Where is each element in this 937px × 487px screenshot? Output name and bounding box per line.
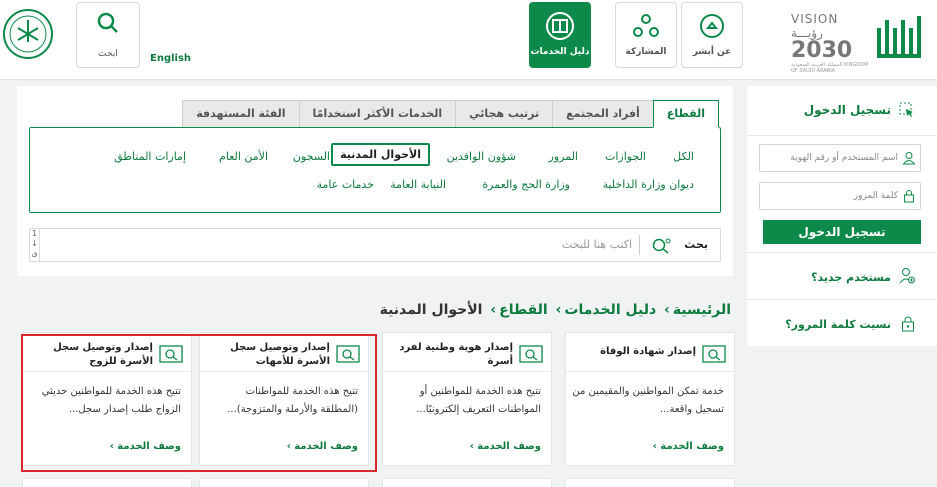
services-guide-icon (546, 12, 574, 40)
services-search-bar[interactable]: بحث اكتب هنا للبحث 1 ↓ ى (29, 228, 721, 263)
login-title: تسجيل الدخول (803, 103, 891, 117)
tab-alphabetical[interactable]: ترتيب هجائي (455, 100, 554, 128)
category-civil-affairs[interactable]: الأحوال المدنية (331, 143, 430, 166)
service-search-icon (519, 345, 543, 363)
filter-tabs: القطاع أفراد المجتمع ترتيب هجائي الخدمات… (182, 100, 719, 128)
password-field[interactable]: كلمة المرور (759, 182, 921, 210)
tab-community[interactable]: أفراد المجتمع (552, 100, 654, 128)
next-card-row (199, 478, 369, 487)
search-input[interactable]: اكتب هنا للبحث (562, 238, 632, 251)
nav-services-guide[interactable]: دليل الخدمات (529, 2, 591, 68)
header-search-label: ابحث (98, 49, 118, 59)
breadcrumb-current: الأحوال المدنية (379, 302, 483, 318)
highlight-box (21, 334, 377, 472)
service-description-link[interactable]: وصف الخدمة › (470, 441, 541, 452)
next-card-row (565, 478, 735, 487)
breadcrumb-home[interactable]: الرئيسية (673, 302, 731, 318)
nav-label: دليل الخدمات (530, 47, 590, 57)
card-divider (383, 371, 551, 372)
card-title: إصدار هوية وطنية لفرد أسرة (399, 342, 513, 367)
breadcrumb-services-guide[interactable]: دليل الخدمات (564, 302, 656, 318)
nav-label: المشاركة (625, 47, 667, 57)
absher-logo[interactable] (875, 10, 929, 64)
category-box: الكل الجوازات المرور شؤون الوافدين الأحو… (29, 127, 721, 213)
tab-target-group[interactable]: الفئة المستهدفة (182, 100, 300, 128)
vision-line3: المملكة العربية السعودية KINGDOM OF SAUD… (791, 62, 869, 74)
nav-about-absher[interactable]: عن أبشر (681, 2, 743, 68)
vision-line2: 2030 (791, 38, 853, 63)
next-card-row (382, 478, 552, 487)
new-user-link[interactable]: مستخدم جديد؟ (811, 271, 891, 284)
search-people-icon (652, 238, 671, 254)
login-header: تسجيل الدخول (747, 86, 937, 136)
vision-line1: VISION رؤيـــة (791, 12, 839, 40)
nav-participation[interactable]: المشاركة (615, 2, 677, 68)
category-regions[interactable]: إمارات المناطق (114, 150, 186, 163)
user-icon (902, 152, 916, 165)
filter-panel: القطاع أفراد المجتمع ترتيب هجائي الخدمات… (17, 86, 733, 276)
search-separator (639, 235, 640, 255)
participation-icon (633, 14, 659, 37)
new-user-icon (899, 268, 915, 284)
language-english-link[interactable]: English (150, 53, 191, 64)
forgot-password-link[interactable]: نسيت كلمة المرور؟ (785, 318, 891, 331)
breadcrumb-sector[interactable]: القطاع (499, 302, 548, 318)
category-passports[interactable]: الجوازات (605, 150, 646, 163)
breadcrumb: الرئيسية› دليل الخدمات› القطاع› الأحوال … (379, 302, 731, 318)
card-title: إصدار شهادة الوفاة (600, 346, 696, 357)
card-divider (566, 371, 734, 372)
category-prisons[interactable]: السجون (293, 150, 330, 163)
lock-icon (904, 190, 914, 203)
category-moi-diwan[interactable]: ديوان وزارة الداخلية (603, 178, 694, 191)
password-placeholder: كلمة المرور (853, 191, 898, 201)
username-field[interactable]: اسم المستخدم أو رقم الهوية (759, 144, 921, 172)
saudi-emblem-logo (3, 9, 53, 59)
vision-2030-logo: VISION رؤيـــة 2030 المملكة العربية السع… (791, 12, 871, 74)
category-expatriates[interactable]: شؤون الوافدين (447, 150, 516, 163)
search-label: بحث (684, 238, 708, 251)
category-all[interactable]: الكل (673, 150, 694, 163)
new-user-row[interactable]: مستخدم جديد؟ (747, 252, 937, 300)
category-traffic[interactable]: المرور (549, 150, 578, 163)
search-scrollbar[interactable]: 1 ↓ ى (30, 229, 40, 263)
search-icon (97, 12, 118, 33)
service-description-link[interactable]: وصف الخدمة › (653, 441, 724, 452)
header-search-button[interactable]: ابحث (76, 2, 140, 68)
nav-label: عن أبشر (692, 47, 732, 57)
category-hajj[interactable]: وزارة الحج والعمرة (482, 178, 570, 191)
card-description: تتيح هذه الخدمة للمواطنين أو المواطنات ا… (416, 386, 541, 415)
login-submit-button[interactable]: تسجيل الدخول (763, 220, 921, 244)
username-placeholder: اسم المستخدم أو رقم الهوية (790, 153, 898, 163)
absher-about-icon (700, 14, 724, 38)
key-lock-icon (902, 316, 914, 332)
tab-most-used[interactable]: الخدمات الأكثر استخدامًا (298, 100, 457, 128)
category-public-security[interactable]: الأمن العام (219, 150, 268, 163)
tab-sector[interactable]: القطاع (652, 100, 719, 128)
login-panel: تسجيل الدخول اسم المستخدم أو رقم الهوية … (747, 86, 937, 346)
service-card-death-certificate[interactable]: إصدار شهادة الوفاة خدمة تمكن المواطنين و… (565, 332, 735, 466)
top-header: VISION رؤيـــة 2030 المملكة العربية السع… (0, 0, 937, 80)
service-search-icon (702, 345, 726, 363)
service-card-family-member-id[interactable]: إصدار هوية وطنية لفرد أسرة تتيح هذه الخد… (382, 332, 552, 466)
category-general-services[interactable]: خدمات عامة (317, 178, 374, 191)
next-card-row (22, 478, 192, 487)
login-cursor-icon (899, 102, 913, 117)
forgot-password-row[interactable]: نسيت كلمة المرور؟ (747, 300, 937, 348)
card-description: خدمة تمكن المواطنين والمقيمين من تسجيل و… (572, 386, 724, 415)
category-prosecution[interactable]: النيابة العامة (390, 178, 446, 191)
